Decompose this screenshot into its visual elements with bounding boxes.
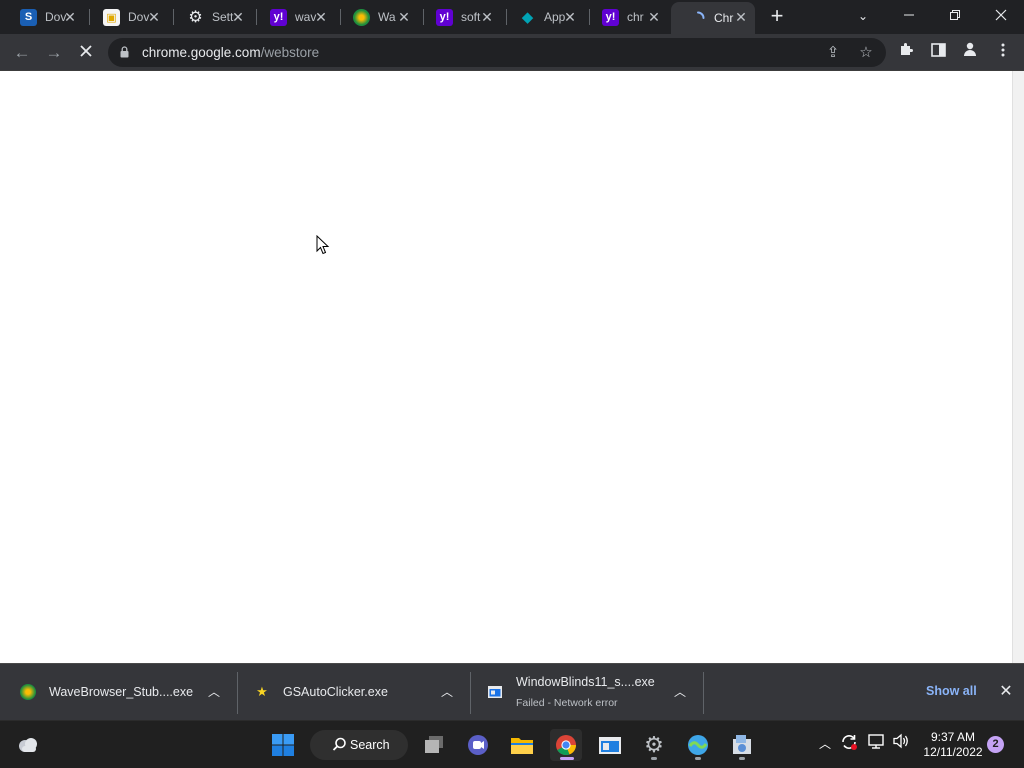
- restore-button[interactable]: [942, 4, 968, 28]
- gear-icon: ⚙: [188, 9, 203, 26]
- task-view-icon[interactable]: [418, 729, 450, 761]
- page-scrollbar[interactable]: [1012, 71, 1024, 663]
- windows-start-icon[interactable]: [267, 729, 299, 761]
- download-item[interactable]: WaveBrowser_Stub....exe ︿: [20, 672, 230, 714]
- download-item[interactable]: ★ GSAutoClicker.exe ︿: [254, 672, 464, 714]
- close-icon[interactable]: ✕: [396, 9, 412, 25]
- installer-icon: [487, 684, 503, 700]
- bookmark-star-icon[interactable]: ☆: [856, 43, 876, 63]
- close-icon[interactable]: ✕: [62, 9, 78, 25]
- tab-2[interactable]: ▣ Dov ✕: [85, 2, 168, 32]
- minimize-button[interactable]: [896, 4, 922, 28]
- search-label: Search: [350, 738, 390, 752]
- screen: S Dov ✕ ▣ Dov ✕ ⚙ Sett ✕ y! wav ✕ Wa ✕ y…: [0, 0, 1024, 768]
- softpedia-icon: S: [20, 8, 37, 26]
- download-filename: WaveBrowser_Stub....exe: [49, 685, 194, 699]
- network-icon[interactable]: [866, 733, 886, 755]
- wave-icon: [353, 8, 370, 26]
- show-all-downloads-link[interactable]: Show all: [926, 684, 977, 698]
- chrome-icon[interactable]: [550, 729, 582, 761]
- download-doc-icon: ▣: [103, 8, 120, 26]
- close-icon[interactable]: ✕: [733, 9, 749, 25]
- active-app-indicator: [560, 757, 574, 760]
- download-item-failed[interactable]: WindowBlinds11_s....exe Failed - Network…: [487, 672, 697, 714]
- download-shelf: WaveBrowser_Stub....exe ︿ ★ GSAutoClicke…: [0, 663, 1024, 720]
- running-app-indicator: [739, 757, 745, 760]
- address-bar[interactable]: chrome.google.com/webstore ⇪ ☆: [108, 38, 886, 67]
- installer-app-icon[interactable]: [726, 729, 758, 761]
- close-icon[interactable]: ✕: [562, 9, 578, 25]
- download-separator: [237, 672, 238, 714]
- download-separator: [470, 672, 471, 714]
- browser-toolbar: ← → chrome.google.com/webstore ⇪ ☆: [0, 34, 1024, 71]
- ms-store-icon[interactable]: [594, 729, 626, 761]
- tab-4[interactable]: y! wav ✕: [252, 2, 335, 32]
- yahoo-icon: y!: [602, 8, 619, 26]
- window-close-button[interactable]: [988, 4, 1014, 28]
- tab-1[interactable]: S Dov ✕: [2, 2, 84, 32]
- download-filename: WindowBlinds11_s....exe: [516, 675, 655, 689]
- close-icon[interactable]: ✕: [146, 9, 162, 25]
- tab-6[interactable]: y! soft ✕: [418, 2, 501, 32]
- tab-9-active[interactable]: Chr ✕: [671, 2, 755, 34]
- running-app-indicator: [651, 757, 657, 760]
- windows-taskbar: Search ⚙ ︿ 9:37 AM 12/11/2022 2: [0, 720, 1024, 768]
- volume-icon[interactable]: [891, 733, 911, 755]
- tab-search-chevron-down-icon[interactable]: ⌄: [850, 4, 876, 28]
- tab-8[interactable]: y! chr ✕: [584, 2, 668, 32]
- close-download-shelf-icon[interactable]: ✕: [996, 682, 1016, 702]
- loading-spinner-icon: [689, 10, 706, 27]
- taskbar-search[interactable]: Search: [310, 730, 408, 760]
- star-icon: ★: [256, 684, 268, 699]
- app-icon: ◆: [521, 9, 534, 26]
- file-explorer-icon[interactable]: [506, 729, 538, 761]
- yahoo-icon: y!: [436, 8, 453, 26]
- settings-gear-icon[interactable]: ⚙: [638, 729, 670, 761]
- clock-time: 9:37 AM: [930, 730, 976, 744]
- stop-loading-button[interactable]: [74, 41, 98, 65]
- chevron-up-icon[interactable]: ︿: [672, 684, 688, 700]
- tab-5[interactable]: Wa ✕: [335, 2, 418, 32]
- yahoo-icon: y!: [270, 8, 287, 26]
- tab-3[interactable]: ⚙ Sett ✕: [169, 2, 252, 32]
- chevron-up-icon[interactable]: ︿: [439, 684, 455, 700]
- download-filename: GSAutoClicker.exe: [283, 685, 388, 699]
- url-text[interactable]: chrome.google.com/webstore: [142, 45, 319, 60]
- close-icon[interactable]: ✕: [313, 9, 329, 25]
- extensions-puzzle-icon[interactable]: [894, 41, 918, 65]
- tab-strip: S Dov ✕ ▣ Dov ✕ ⚙ Sett ✕ y! wav ✕ Wa ✕ y…: [0, 0, 1024, 34]
- clock-date: 12/11/2022: [923, 745, 983, 759]
- url-host: chrome.google.com: [142, 45, 261, 60]
- mouse-cursor-icon: [316, 235, 330, 255]
- notification-badge[interactable]: 2: [987, 736, 1004, 753]
- wave-browser-icon[interactable]: [682, 729, 714, 761]
- tab-7[interactable]: ◆ App ✕: [501, 2, 584, 32]
- new-tab-button[interactable]: +: [766, 5, 788, 28]
- profile-avatar-icon[interactable]: [958, 41, 982, 65]
- back-arrow-icon[interactable]: ←: [10, 41, 34, 65]
- close-icon[interactable]: ✕: [479, 9, 495, 25]
- close-icon[interactable]: ✕: [230, 9, 246, 25]
- download-separator: [703, 672, 704, 714]
- search-icon: [332, 737, 346, 751]
- teams-chat-icon[interactable]: [462, 729, 494, 761]
- share-icon[interactable]: ⇪: [823, 43, 843, 63]
- close-icon[interactable]: ✕: [646, 9, 662, 25]
- running-app-indicator: [695, 757, 701, 760]
- wave-icon: [20, 684, 36, 700]
- side-panel-icon[interactable]: [926, 41, 950, 65]
- chevron-up-icon[interactable]: ︿: [206, 684, 222, 700]
- kebab-menu-icon[interactable]: [991, 41, 1015, 65]
- sync-update-icon[interactable]: [839, 733, 859, 755]
- forward-arrow-icon[interactable]: →: [42, 41, 66, 65]
- url-path: /webstore: [260, 45, 320, 60]
- show-hidden-icons-chevron-up-icon[interactable]: ︿: [815, 733, 835, 755]
- page-content-blank[interactable]: [0, 71, 1012, 663]
- lock-icon[interactable]: [120, 46, 129, 58]
- weather-cloud-icon[interactable]: [12, 729, 44, 761]
- download-status: Failed - Network error: [516, 697, 618, 709]
- system-clock[interactable]: 9:37 AM 12/11/2022: [922, 730, 984, 760]
